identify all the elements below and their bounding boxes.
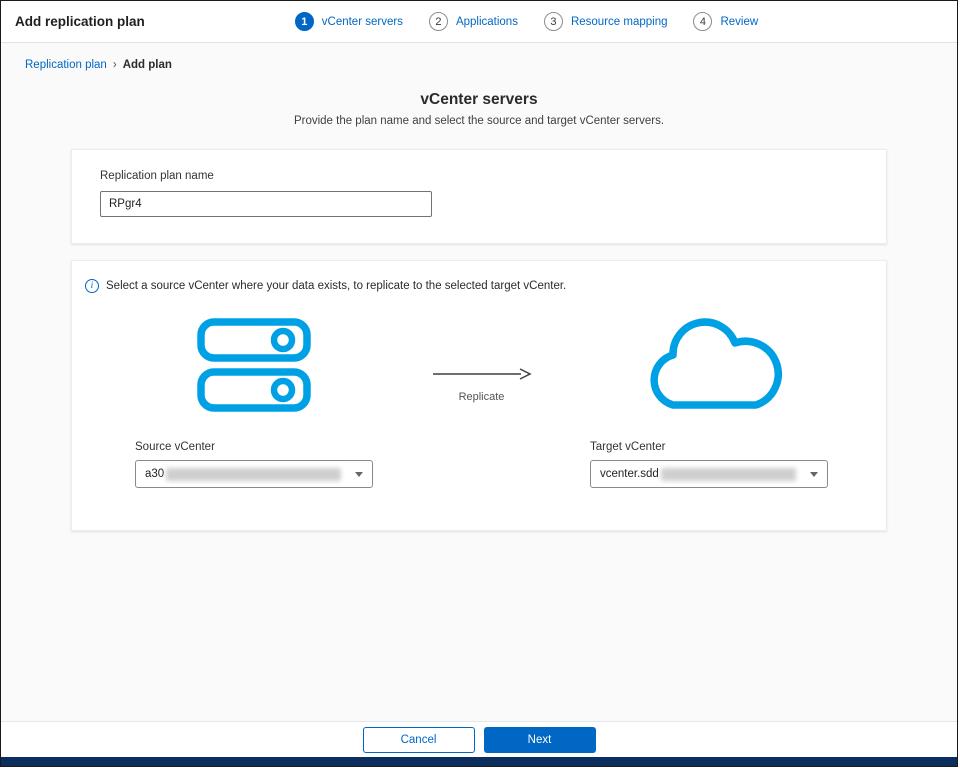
target-vcenter-label: Target vCenter xyxy=(590,441,828,453)
step-number-badge: 2 xyxy=(429,12,448,31)
next-button[interactable]: Next xyxy=(484,727,596,753)
source-vcenter-value: a30 xyxy=(145,468,164,480)
plan-name-card: Replication plan name xyxy=(71,149,887,244)
redacted-text xyxy=(166,468,341,481)
chevron-down-icon xyxy=(355,472,363,477)
step-applications[interactable]: 2 Applications xyxy=(429,12,518,31)
bottom-accent-bar xyxy=(1,757,957,766)
source-vcenter-column: Source vCenter a30 xyxy=(135,317,373,488)
step-number-badge: 1 xyxy=(295,12,314,31)
page-title: vCenter servers xyxy=(1,91,957,109)
vcenter-selection-card: i Select a source vCenter where your dat… xyxy=(71,260,887,531)
step-label: Applications xyxy=(456,16,518,28)
info-icon: i xyxy=(85,279,99,293)
target-cloud-icon-wrap xyxy=(590,317,828,417)
page-subtitle: Provide the plan name and select the sou… xyxy=(1,115,957,127)
page-content: Replication plan › Add plan vCenter serv… xyxy=(1,43,957,721)
wizard-stepper: 1 vCenter servers 2 Applications 3 Resou… xyxy=(295,12,758,31)
app-window: Add replication plan 1 vCenter servers 2… xyxy=(0,0,958,767)
breadcrumb-current: Add plan xyxy=(123,59,172,71)
step-review[interactable]: 4 Review xyxy=(693,12,758,31)
wizard-header: Add replication plan 1 vCenter servers 2… xyxy=(1,1,957,43)
wizard-footer: Cancel Next xyxy=(1,721,957,757)
step-number-badge: 3 xyxy=(544,12,563,31)
step-vcenter-servers[interactable]: 1 vCenter servers xyxy=(295,12,403,31)
source-vcenter-dropdown[interactable]: a30 xyxy=(135,460,373,488)
replicate-label: Replicate xyxy=(459,391,505,403)
wizard-title: Add replication plan xyxy=(15,14,145,29)
info-row: i Select a source vCenter where your dat… xyxy=(72,279,886,293)
server-stack-icon xyxy=(196,317,312,418)
chevron-down-icon xyxy=(810,472,818,477)
page-head: vCenter servers Provide the plan name an… xyxy=(1,91,957,127)
breadcrumb: Replication plan › Add plan xyxy=(1,43,957,71)
target-vcenter-value: vcenter.sdd xyxy=(600,468,659,480)
step-number-badge: 4 xyxy=(693,12,712,31)
source-servers-icon-wrap xyxy=(135,317,373,417)
target-vcenter-column: Target vCenter vcenter.sdd xyxy=(590,317,828,488)
cancel-button[interactable]: Cancel xyxy=(363,727,475,753)
target-vcenter-dropdown[interactable]: vcenter.sdd xyxy=(590,460,828,488)
replication-plan-name-input[interactable] xyxy=(100,191,432,217)
cloud-icon xyxy=(634,317,784,418)
step-label: Resource mapping xyxy=(571,16,668,28)
source-vcenter-label: Source vCenter xyxy=(135,441,373,453)
breadcrumb-separator: › xyxy=(113,59,117,71)
info-text: Select a source vCenter where your data … xyxy=(106,280,566,292)
redacted-text xyxy=(661,468,796,481)
plan-name-label: Replication plan name xyxy=(100,170,858,182)
breadcrumb-replication-plan-link[interactable]: Replication plan xyxy=(25,59,107,71)
replicate-arrow-group: Replicate xyxy=(373,317,590,488)
step-resource-mapping[interactable]: 3 Resource mapping xyxy=(544,12,668,31)
step-label: vCenter servers xyxy=(322,16,403,28)
vcenter-body: Source vCenter a30 Replicate xyxy=(72,293,886,488)
arrow-right-icon xyxy=(432,367,532,385)
step-label: Review xyxy=(720,16,758,28)
